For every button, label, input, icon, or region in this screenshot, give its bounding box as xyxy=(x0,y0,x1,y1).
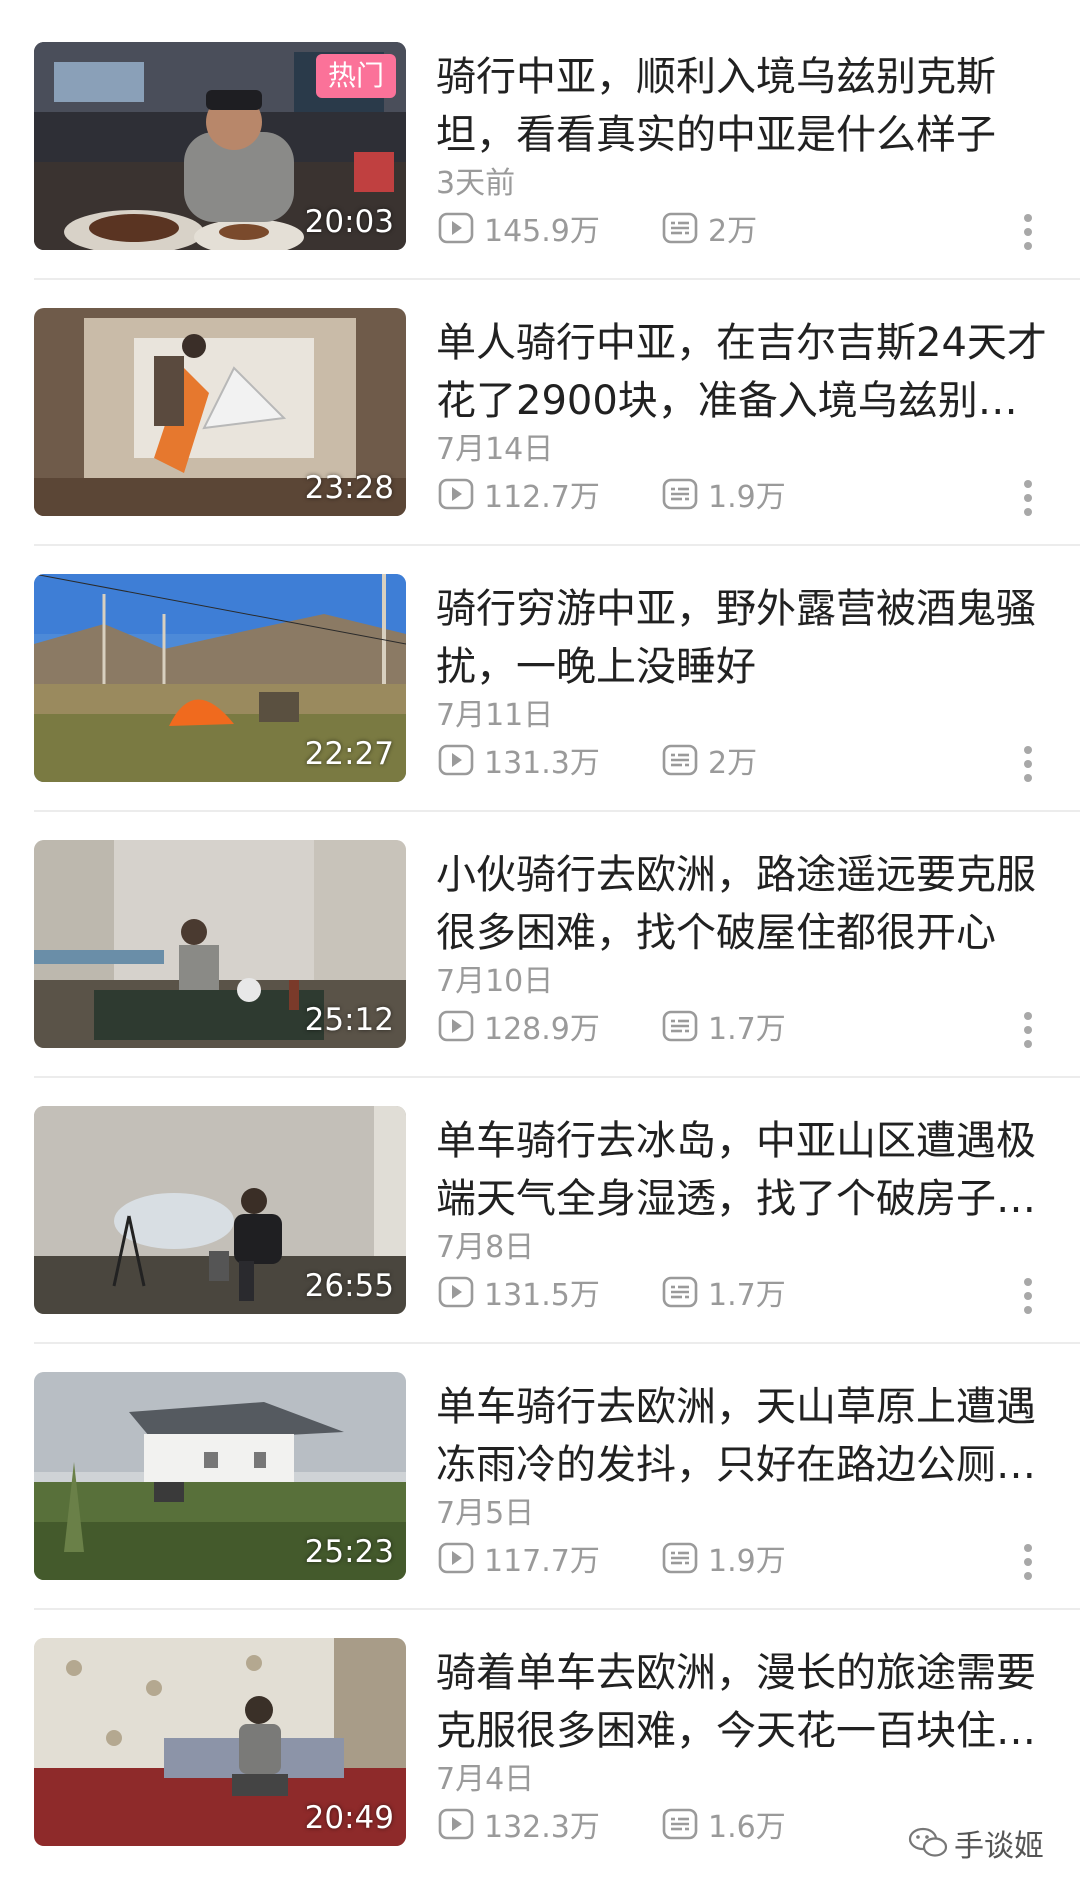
video-date: 7月14日 xyxy=(436,432,554,467)
video-duration: 26:55 xyxy=(304,1268,394,1304)
wechat-icon xyxy=(908,1827,948,1857)
video-date: 7月11日 xyxy=(436,698,554,733)
more-vertical-icon[interactable] xyxy=(1016,212,1040,252)
comment-count-text: 1.9万 xyxy=(708,480,786,515)
video-stats: 128.9万 1.7万 xyxy=(436,1006,1048,1047)
view-count: 117.7万 xyxy=(438,1538,600,1579)
comment-count: 1.9万 xyxy=(662,474,786,515)
video-thumbnail[interactable]: 20:49 xyxy=(34,1638,406,1846)
view-count-text: 131.5万 xyxy=(484,1278,600,1313)
view-count-text: 145.9万 xyxy=(484,214,600,249)
more-vertical-icon[interactable] xyxy=(1016,744,1040,784)
play-icon xyxy=(438,1808,474,1840)
video-item[interactable]: 26:55 单车骑行去冰岛，中亚山区遭遇极端天气全身湿透，找了个破房子过夜 7月… xyxy=(0,1064,1080,1344)
danmaku-icon xyxy=(662,1276,698,1308)
video-thumbnail[interactable]: 22:27 xyxy=(34,574,406,782)
video-thumbnail[interactable]: 25:12 xyxy=(34,840,406,1048)
comment-count: 2万 xyxy=(662,208,758,249)
video-title[interactable]: 骑着单车去欧洲，漫长的旅途需要克服很多困难，今天花一百块住民宿 xyxy=(436,1644,1048,1760)
view-count: 145.9万 xyxy=(438,208,600,249)
more-vertical-icon[interactable] xyxy=(1016,478,1040,518)
view-count-text: 112.7万 xyxy=(484,480,600,515)
video-title[interactable]: 骑行中亚，顺利入境乌兹别克斯坦，看看真实的中亚是什么样子 xyxy=(436,48,1048,164)
view-count: 131.5万 xyxy=(438,1272,600,1313)
video-duration: 22:27 xyxy=(304,736,394,772)
play-icon xyxy=(438,478,474,510)
more-vertical-icon[interactable] xyxy=(1016,1542,1040,1582)
video-date: 7月8日 xyxy=(436,1230,535,1265)
video-title[interactable]: 单车骑行去欧洲，天山草原上遭遇冻雨冷的发抖，只好在路边公厕过夜 xyxy=(436,1378,1048,1494)
view-count-text: 128.9万 xyxy=(484,1012,600,1047)
play-icon xyxy=(438,212,474,244)
danmaku-icon xyxy=(662,1010,698,1042)
danmaku-icon xyxy=(662,1542,698,1574)
comment-count: 2万 xyxy=(662,740,758,781)
comment-count-text: 1.6万 xyxy=(708,1810,786,1845)
video-title[interactable]: 小伙骑行去欧洲，路途遥远要克服很多困难，找个破屋住都很开心 xyxy=(436,846,1048,962)
view-count: 112.7万 xyxy=(438,474,600,515)
video-duration: 23:28 xyxy=(304,470,394,506)
comment-count: 1.7万 xyxy=(662,1272,786,1313)
view-count: 131.3万 xyxy=(438,740,600,781)
video-stats: 131.5万 1.7万 xyxy=(436,1272,1048,1313)
comment-count-text: 1.7万 xyxy=(708,1278,786,1313)
comment-count: 1.9万 xyxy=(662,1538,786,1579)
watermark-text: 手谈姬 xyxy=(954,1829,1044,1864)
video-date: 7月5日 xyxy=(436,1496,535,1531)
comment-count-text: 2万 xyxy=(708,214,758,249)
video-stats: 112.7万 1.9万 xyxy=(436,474,1048,515)
video-thumbnail[interactable]: 25:23 xyxy=(34,1372,406,1580)
video-thumbnail[interactable]: 26:55 xyxy=(34,1106,406,1314)
video-stats: 131.3万 2万 xyxy=(436,740,1048,781)
comment-count: 1.7万 xyxy=(662,1006,786,1047)
video-item[interactable]: 热门 20:03 骑行中亚，顺利入境乌兹别克斯坦，看看真实的中亚是什么样子 3天… xyxy=(0,0,1080,280)
danmaku-icon xyxy=(662,1808,698,1840)
video-duration: 20:49 xyxy=(304,1800,394,1836)
video-duration: 25:23 xyxy=(304,1534,394,1570)
view-count-text: 132.3万 xyxy=(484,1810,600,1845)
more-vertical-icon[interactable] xyxy=(1016,1276,1040,1316)
video-item[interactable]: 23:28 单人骑行中亚，在吉尔吉斯24天才花了2900块，准备入境乌兹别克斯坦… xyxy=(0,266,1080,546)
video-item[interactable]: 22:27 骑行穷游中亚，野外露营被酒鬼骚扰，一晚上没睡好 7月11日 131.… xyxy=(0,532,1080,812)
danmaku-icon xyxy=(662,744,698,776)
video-stats: 117.7万 1.9万 xyxy=(436,1538,1048,1579)
play-icon xyxy=(438,744,474,776)
video-stats: 145.9万 2万 xyxy=(436,208,1048,249)
danmaku-icon xyxy=(662,212,698,244)
comment-count-text: 1.9万 xyxy=(708,1544,786,1579)
video-date: 7月4日 xyxy=(436,1762,535,1797)
video-item[interactable]: 25:23 单车骑行去欧洲，天山草原上遭遇冻雨冷的发抖，只好在路边公厕过夜 7月… xyxy=(0,1330,1080,1610)
view-count-text: 131.3万 xyxy=(484,746,600,781)
play-icon xyxy=(438,1010,474,1042)
play-icon xyxy=(438,1542,474,1574)
view-count: 128.9万 xyxy=(438,1006,600,1047)
video-date: 3天前 xyxy=(436,166,516,201)
video-duration: 20:03 xyxy=(304,204,394,240)
video-title[interactable]: 骑行穷游中亚，野外露营被酒鬼骚扰，一晚上没睡好 xyxy=(436,580,1048,696)
danmaku-icon xyxy=(662,478,698,510)
comment-count-text: 2万 xyxy=(708,746,758,781)
view-count-text: 117.7万 xyxy=(484,1544,600,1579)
video-title[interactable]: 单车骑行去冰岛，中亚山区遭遇极端天气全身湿透，找了个破房子过夜 xyxy=(436,1112,1048,1228)
video-title[interactable]: 单人骑行中亚，在吉尔吉斯24天才花了2900块，准备入境乌兹别克斯坦 xyxy=(436,314,1048,430)
more-vertical-icon[interactable] xyxy=(1016,1010,1040,1050)
view-count: 132.3万 xyxy=(438,1804,600,1845)
play-icon xyxy=(438,1276,474,1308)
watermark: 手谈姬 xyxy=(908,1821,1044,1865)
comment-count: 1.6万 xyxy=(662,1804,786,1845)
video-duration: 25:12 xyxy=(304,1002,394,1038)
video-item[interactable]: 25:12 小伙骑行去欧洲，路途遥远要克服很多困难，找个破屋住都很开心 7月10… xyxy=(0,798,1080,1078)
video-thumbnail[interactable]: 热门 20:03 xyxy=(34,42,406,250)
video-thumbnail[interactable]: 23:28 xyxy=(34,308,406,516)
hot-badge: 热门 xyxy=(315,54,396,98)
comment-count-text: 1.7万 xyxy=(708,1012,786,1047)
video-date: 7月10日 xyxy=(436,964,554,999)
